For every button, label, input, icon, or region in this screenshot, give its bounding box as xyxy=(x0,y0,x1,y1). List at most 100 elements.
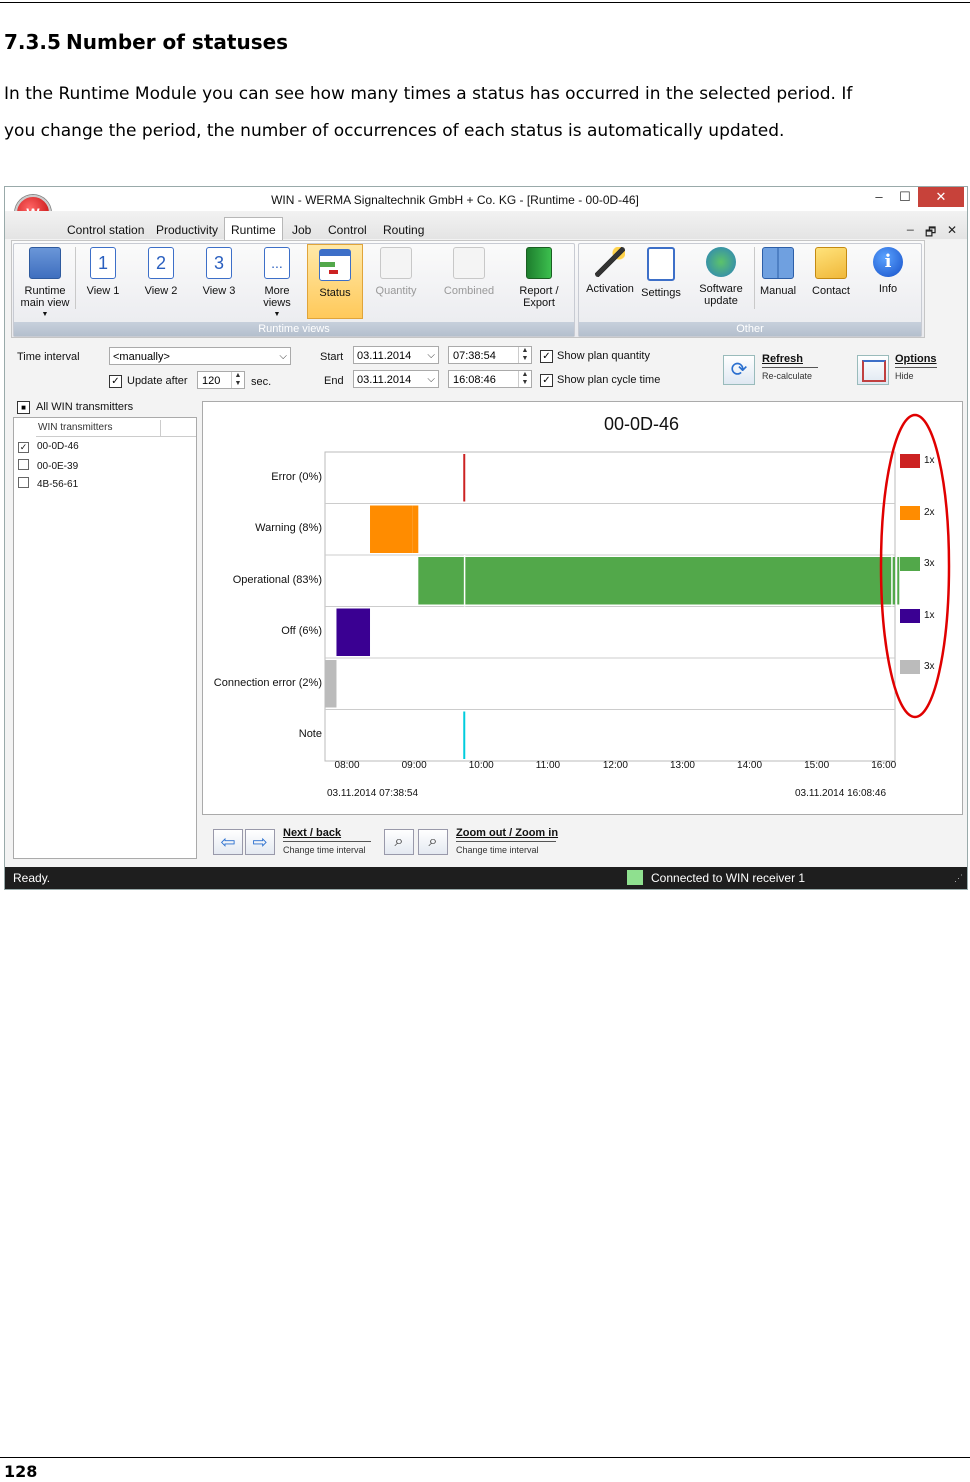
transmitter-row[interactable]: 4B-56-61 xyxy=(18,477,78,490)
menu-routing[interactable]: Routing xyxy=(383,223,424,237)
runtime-main-view-button[interactable]: Runtime main view ▼ xyxy=(17,247,73,321)
next-arrow-button[interactable]: ⇨ xyxy=(245,829,275,855)
time-interval-select[interactable]: <manually> ⌵ xyxy=(109,347,291,365)
menu-job[interactable]: Job xyxy=(292,223,311,237)
all-transmitters-checkbox[interactable]: ■ xyxy=(17,401,30,414)
transmitter-list: WIN transmitters ✓ 00-0D-46 00-0E-39 4B-5… xyxy=(13,417,197,859)
zoom-out-button[interactable]: ⌕ xyxy=(384,829,414,855)
mdi-close-button[interactable]: ✕ xyxy=(947,223,957,237)
info-button[interactable]: i Info xyxy=(867,247,909,295)
group-label-runtime: Runtime views xyxy=(14,322,574,336)
status-bar-2 xyxy=(418,557,465,605)
x-tick-label: 13:00 xyxy=(669,760,695,771)
x-start-label: 03.11.2014 07:38:54 xyxy=(327,788,419,799)
combined-chart-icon xyxy=(453,247,485,279)
software-update-globe-icon xyxy=(706,247,736,277)
combined-view-button[interactable]: Combined xyxy=(441,247,497,297)
options-button[interactable] xyxy=(857,355,889,385)
x-tick-label: 11:00 xyxy=(535,760,561,771)
x-tick-label: 08:00 xyxy=(334,760,360,771)
zoom-in-button[interactable]: ⌕ xyxy=(418,829,448,855)
quantity-view-button[interactable]: Quantity xyxy=(371,247,421,297)
next-back-link[interactable]: Next / back xyxy=(283,827,341,839)
x-tick-label: 12:00 xyxy=(602,760,628,771)
mdi-restore-button[interactable]: 🗗 xyxy=(925,223,936,244)
end-label: End xyxy=(324,375,344,387)
show-plan-quantity-label: Show plan quantity xyxy=(557,350,650,362)
view-1-button[interactable]: 1 View 1 xyxy=(81,247,125,297)
quantity-chart-icon xyxy=(380,247,412,279)
settings-button[interactable]: Settings xyxy=(639,247,683,299)
show-plan-quantity-checkbox[interactable]: ✓ xyxy=(540,350,553,363)
spinner-arrows-icon[interactable]: ▲ ▼ xyxy=(231,372,244,388)
transmitter-row[interactable]: 00-0E-39 xyxy=(18,459,78,472)
hide-hint: Hide xyxy=(895,371,914,381)
transmitter-checkbox[interactable] xyxy=(18,477,29,488)
refresh-button[interactable]: ⟳ xyxy=(723,355,755,385)
resize-grip-icon[interactable]: ⋰ xyxy=(954,873,963,884)
start-time-spinner[interactable]: 07:38:54 ▲ ▼ xyxy=(448,346,532,364)
transmitter-row[interactable]: ✓ 00-0D-46 xyxy=(18,441,79,453)
spinner-arrows-icon[interactable]: ▲ ▼ xyxy=(518,347,531,363)
view-3-button[interactable]: 3 View 3 xyxy=(197,247,241,297)
legend-swatch xyxy=(900,660,920,674)
more-views-icon: ... xyxy=(264,247,290,279)
zoom-link[interactable]: Zoom out / Zoom in xyxy=(456,827,558,839)
activation-button[interactable]: Activation xyxy=(583,247,637,295)
report-book-icon xyxy=(526,247,552,279)
transmitter-checkbox[interactable] xyxy=(18,459,29,470)
options-link[interactable]: Options xyxy=(895,353,937,365)
status-text: Ready. xyxy=(13,871,51,885)
software-update-button[interactable]: Software update xyxy=(695,247,747,307)
spinner-arrows-icon[interactable]: ▲ ▼ xyxy=(518,371,531,387)
start-date-picker[interactable]: 03.11.2014 ⌵ xyxy=(353,346,439,364)
menu-control-station[interactable]: Control station xyxy=(67,223,144,237)
menu-productivity[interactable]: Productivity xyxy=(156,223,218,237)
contact-button[interactable]: Contact xyxy=(809,247,853,297)
all-transmitters-label: All WIN transmitters xyxy=(36,401,134,413)
update-after-spinner[interactable]: 120 ▲ ▼ xyxy=(197,371,245,389)
title-bar: WIN - WERMA Signaltechnik GmbH + Co. KG … xyxy=(5,187,967,211)
column-header-label: WIN transmitters xyxy=(38,422,113,433)
menu-bar xyxy=(5,211,967,239)
minimize-button[interactable]: ‒ xyxy=(865,187,893,207)
ribbon-separator-2 xyxy=(754,247,755,309)
manual-button[interactable]: Manual xyxy=(757,247,799,297)
status-bar-2 xyxy=(464,557,895,605)
more-views-button[interactable]: ... More views ▼ xyxy=(255,247,299,321)
transmitter-checkbox[interactable]: ✓ xyxy=(18,442,29,453)
legend-count: 2x xyxy=(924,506,935,518)
status-bar-0 xyxy=(463,454,466,502)
refresh-link[interactable]: Refresh xyxy=(762,353,803,365)
sec-label: sec. xyxy=(251,376,272,388)
connection-text: Connected to WIN receiver 1 xyxy=(651,871,806,885)
end-date-value: 03.11.2014 xyxy=(357,374,412,386)
time-interval-value: <manually> xyxy=(113,351,170,363)
legend-count: 1x xyxy=(924,455,935,466)
page-number: 128 xyxy=(4,1462,38,1481)
status-bar-1 xyxy=(370,505,413,553)
recalculate-hint: Re-calculate xyxy=(762,371,813,381)
maximize-button[interactable]: ☐ xyxy=(893,187,917,207)
back-arrow-button[interactable]: ⇦ xyxy=(213,829,243,855)
close-button[interactable]: ✕ xyxy=(918,187,964,207)
show-plan-cycle-checkbox[interactable]: ✓ xyxy=(540,374,553,387)
intro-paragraph: In the Runtime Module you can see how ma… xyxy=(4,84,853,141)
transmitter-id: 4B-56-61 xyxy=(37,479,79,490)
end-date-picker[interactable]: 03.11.2014 ⌵ xyxy=(353,370,439,388)
status-view-button[interactable]: Status xyxy=(307,244,363,319)
end-time-spinner[interactable]: 16:08:46 ▲ ▼ xyxy=(448,370,532,388)
contact-envelope-icon xyxy=(815,247,847,279)
change-time-hint-2: Change time interval xyxy=(456,845,539,855)
view-2-button[interactable]: 2 View 2 xyxy=(139,247,183,297)
update-after-checkbox[interactable]: ✓ xyxy=(109,375,122,388)
update-after-value: 120 xyxy=(202,375,221,387)
report-export-button[interactable]: Report / Export xyxy=(513,247,565,309)
x-tick-label: 15:00 xyxy=(804,760,830,771)
connection-indicator xyxy=(627,870,643,885)
top-rule xyxy=(0,2,970,3)
refresh-underline xyxy=(762,367,818,368)
transmitter-column-header[interactable]: WIN transmitters xyxy=(36,420,196,437)
mdi-minimize-button[interactable]: _ xyxy=(907,217,914,231)
menu-control[interactable]: Control xyxy=(328,223,367,237)
